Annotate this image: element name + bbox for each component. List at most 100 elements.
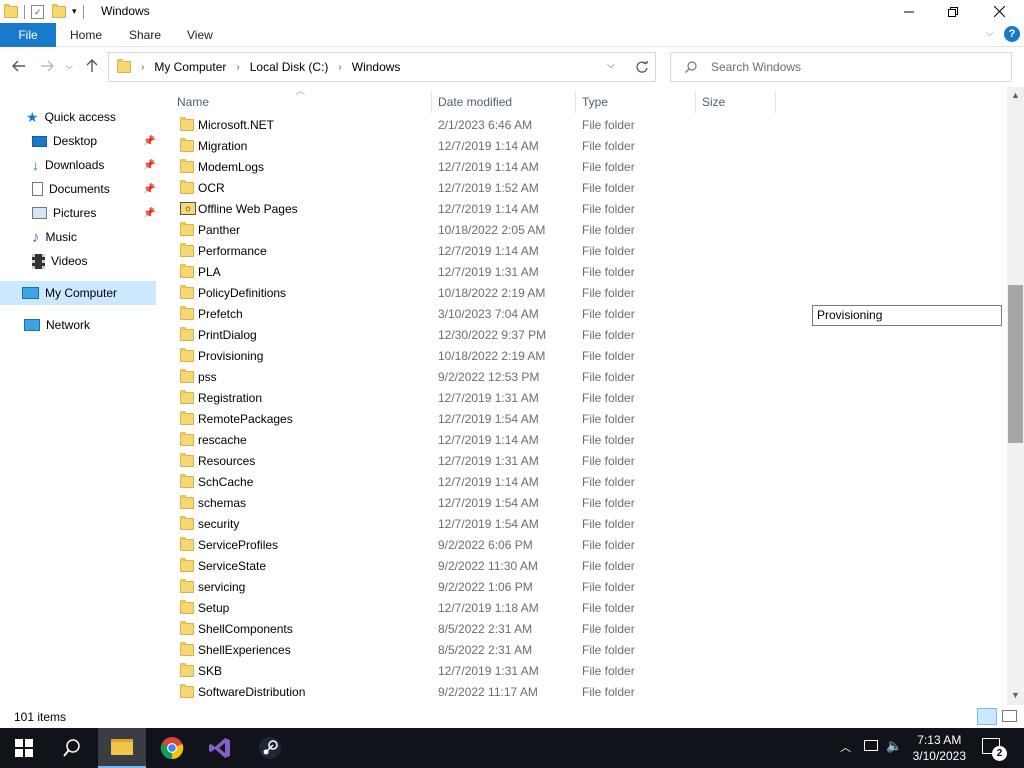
- properties-icon[interactable]: ✓: [31, 4, 44, 19]
- table-row[interactable]: Performance 12/7/2019 1:14 AM File folder: [170, 240, 1000, 261]
- column-divider[interactable]: [575, 91, 576, 113]
- nav-music[interactable]: ♪ Music: [32, 226, 77, 248]
- clock[interactable]: 7:13 AM 3/10/2023: [913, 732, 966, 764]
- pin-icon[interactable]: 📌: [143, 136, 155, 147]
- crumb-windows[interactable]: Windows: [352, 60, 401, 74]
- crumb-local-disk[interactable]: Local Disk (C:): [250, 60, 329, 74]
- table-row[interactable]: Panther 10/18/2022 2:05 AM File folder: [170, 219, 1000, 240]
- help-icon[interactable]: ?: [1004, 26, 1020, 42]
- nav-downloads[interactable]: ↓ Downloads 📌: [32, 154, 160, 176]
- chevron-right-icon[interactable]: ›: [338, 62, 341, 73]
- nav-pictures[interactable]: Pictures 📌: [32, 202, 160, 224]
- scroll-up-icon[interactable]: ▲: [1011, 90, 1020, 100]
- vertical-scrollbar[interactable]: ▲ ▼: [1007, 87, 1024, 705]
- column-divider[interactable]: [775, 91, 776, 113]
- scroll-down-icon[interactable]: ▼: [1011, 690, 1020, 700]
- folder-icon: [117, 59, 131, 73]
- restore-button[interactable]: [930, 0, 976, 23]
- table-row[interactable]: Resources 12/7/2019 1:31 AM File folder: [170, 450, 1000, 471]
- file-name: pss: [198, 369, 217, 384]
- table-row[interactable]: ModemLogs 12/7/2019 1:14 AM File folder: [170, 156, 1000, 177]
- tab-share[interactable]: Share: [129, 28, 161, 42]
- details-view-icon[interactable]: [977, 708, 997, 725]
- file-name: ShellComponents: [198, 621, 293, 636]
- nav-desktop[interactable]: Desktop 📌: [32, 130, 160, 152]
- up-button[interactable]: [86, 59, 98, 76]
- file-date: 12/7/2019 1:54 AM: [438, 516, 539, 531]
- visual-studio-taskbar-button[interactable]: [196, 728, 244, 768]
- table-row[interactable]: RemotePackages 12/7/2019 1:54 AM File fold…: [170, 408, 1000, 429]
- recent-locations-button[interactable]: ⌵: [66, 61, 73, 72]
- table-row[interactable]: SoftwareDistribution 9/2/2022 11:17 AM Fil…: [170, 681, 1000, 702]
- table-row[interactable]: rescache 12/7/2019 1:14 AM File folder: [170, 429, 1000, 450]
- table-row[interactable]: security 12/7/2019 1:54 AM File folder: [170, 513, 1000, 534]
- table-row[interactable]: servicing 9/2/2022 1:06 PM File folder: [170, 576, 1000, 597]
- chrome-taskbar-button[interactable]: [148, 728, 196, 768]
- crumb-my-computer[interactable]: My Computer: [154, 60, 226, 74]
- nav-quick-access[interactable]: ★ Quick access: [26, 106, 116, 128]
- table-row[interactable]: Microsoft.NET 2/1/2023 6:46 AM File folder: [170, 114, 1000, 135]
- table-row[interactable]: Migration 12/7/2019 1:14 AM File folder: [170, 135, 1000, 156]
- table-row[interactable]: SchCache 12/7/2019 1:14 AM File folder: [170, 471, 1000, 492]
- table-row[interactable]: Provisioning 10/18/2022 2:19 AM File folde…: [170, 345, 1000, 366]
- table-row[interactable]: ☼ Offline Web Pages 12/7/2019 1:14 AM File …: [170, 198, 1000, 219]
- search-input[interactable]: Search Windows: [670, 52, 1012, 82]
- rename-input[interactable]: Provisioning: [812, 305, 1002, 326]
- file-date: 9/2/2022 1:06 PM: [438, 579, 533, 594]
- back-button[interactable]: [12, 59, 26, 75]
- column-divider[interactable]: [695, 91, 696, 113]
- nav-network[interactable]: Network: [24, 314, 90, 336]
- column-divider[interactable]: [431, 91, 432, 113]
- column-size-header[interactable]: Size: [702, 91, 725, 113]
- nav-my-computer[interactable]: My Computer: [0, 281, 156, 305]
- table-row[interactable]: ServiceProfiles 9/2/2022 6:06 PM File fold…: [170, 534, 1000, 555]
- pin-icon[interactable]: 📌: [143, 208, 155, 219]
- table-row[interactable]: SKB 12/7/2019 1:31 AM File folder: [170, 660, 1000, 681]
- forward-button[interactable]: [40, 59, 54, 75]
- refresh-button[interactable]: [628, 52, 656, 82]
- table-row[interactable]: ShellExperiences 8/5/2022 2:31 AM File fol…: [170, 639, 1000, 660]
- tab-home[interactable]: Home: [70, 28, 102, 42]
- volume-icon[interactable]: 🔈: [886, 738, 902, 754]
- start-button[interactable]: [0, 728, 48, 768]
- file-explorer-taskbar-button[interactable]: [98, 728, 146, 768]
- folder-icon: [180, 684, 194, 698]
- tab-view[interactable]: View: [187, 28, 213, 42]
- table-row[interactable]: schemas 12/7/2019 1:54 AM File folder: [170, 492, 1000, 513]
- chevron-right-icon[interactable]: ›: [141, 62, 144, 73]
- table-row[interactable]: pss 9/2/2022 12:53 PM File folder: [170, 366, 1000, 387]
- nav-videos[interactable]: Videos: [32, 250, 87, 272]
- pin-icon[interactable]: 📌: [143, 160, 155, 171]
- table-row[interactable]: ShellComponents 8/5/2022 2:31 AM File fold…: [170, 618, 1000, 639]
- customize-qat-icon[interactable]: ▾: [72, 6, 77, 17]
- table-row[interactable]: OCR 12/7/2019 1:52 AM File folder: [170, 177, 1000, 198]
- table-row[interactable]: PolicyDefinitions 10/18/2022 2:19 AM File …: [170, 282, 1000, 303]
- tab-file[interactable]: File: [0, 23, 56, 47]
- address-bar[interactable]: › My Computer › Local Disk (C:) › Window…: [108, 52, 656, 82]
- address-dropdown-icon[interactable]: ⌵: [607, 60, 615, 71]
- expand-ribbon-icon[interactable]: ⌵: [986, 28, 994, 39]
- chevron-right-icon[interactable]: ›: [236, 62, 239, 73]
- column-name-header[interactable]: Name: [177, 91, 209, 113]
- table-row[interactable]: ServiceState 9/2/2022 11:30 AM File folder: [170, 555, 1000, 576]
- scrollbar-thumb[interactable]: [1008, 285, 1023, 443]
- show-hidden-icons-icon[interactable]: ︿: [840, 739, 851, 755]
- column-type-header[interactable]: Type: [582, 91, 608, 113]
- nav-documents[interactable]: Documents 📌: [32, 178, 160, 200]
- file-name: ServiceState: [198, 558, 267, 573]
- large-icons-view-icon[interactable]: [1002, 710, 1017, 722]
- steam-taskbar-button[interactable]: [246, 728, 294, 768]
- table-row[interactable]: PLA 12/7/2019 1:31 AM File folder: [170, 261, 1000, 282]
- pin-icon[interactable]: 📌: [143, 184, 155, 195]
- minimize-button[interactable]: [886, 0, 932, 23]
- column-date-header[interactable]: Date modified: [438, 91, 512, 113]
- network-status-icon[interactable]: [864, 740, 878, 751]
- search-button[interactable]: [48, 728, 96, 768]
- file-type: File folder: [582, 264, 635, 279]
- new-folder-icon[interactable]: [52, 3, 66, 18]
- table-row[interactable]: Setup 12/7/2019 1:18 AM File folder: [170, 597, 1000, 618]
- table-row[interactable]: PrintDialog 12/30/2022 9:37 PM File folder: [170, 324, 1000, 345]
- table-row[interactable]: Registration 12/7/2019 1:31 AM File folder: [170, 387, 1000, 408]
- close-button[interactable]: [976, 0, 1022, 23]
- nav-label: My Computer: [45, 286, 118, 300]
